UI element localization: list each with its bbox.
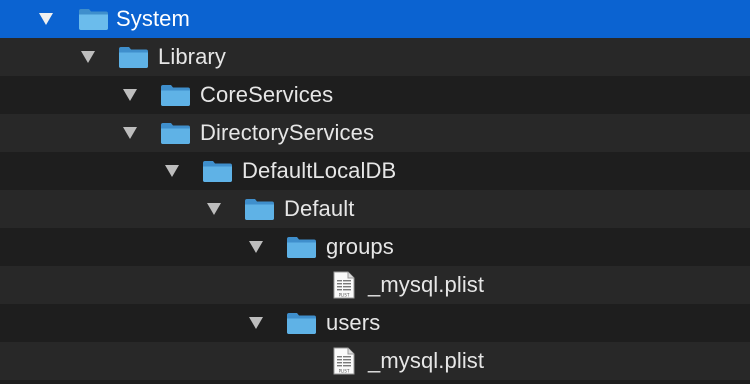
- tree-row-label: _mysql.plist: [368, 272, 485, 297]
- tree-row-label: _mysql.plist: [368, 348, 485, 373]
- folder-icon: [161, 85, 190, 106]
- plist-file-icon: PLIST: [333, 347, 355, 375]
- file-tree-outline: System Library CoreServices DirectorySer…: [0, 0, 750, 384]
- tree-row-groups[interactable]: groups: [0, 228, 750, 266]
- disclosure-triangle-icon[interactable]: [206, 202, 222, 216]
- tree-row-label: Library: [158, 44, 226, 69]
- tree-row-system[interactable]: System: [0, 0, 750, 38]
- tree-row-label: DefaultLocalDB: [242, 158, 397, 183]
- tree-row-label: Default: [284, 196, 355, 221]
- disclosure-triangle-icon[interactable]: [38, 12, 54, 26]
- plist-caption: PLIST: [339, 368, 350, 373]
- tree-row-label: System: [116, 6, 190, 31]
- folder-icon: [287, 237, 316, 258]
- disclosure-triangle-icon[interactable]: [80, 50, 96, 64]
- tree-row-coreservices[interactable]: CoreServices: [0, 76, 750, 114]
- folder-icon: [161, 123, 190, 144]
- folder-icon: [119, 47, 148, 68]
- tree-row-label: DirectoryServices: [200, 120, 375, 145]
- disclosure-triangle-icon[interactable]: [122, 88, 138, 102]
- disclosure-triangle-icon[interactable]: [248, 240, 264, 254]
- tree-row-label: CoreServices: [200, 82, 334, 107]
- folder-icon: [245, 199, 274, 220]
- disclosure-triangle-icon[interactable]: [248, 316, 264, 330]
- disclosure-triangle-icon[interactable]: [122, 126, 138, 140]
- disclosure-triangle-icon[interactable]: [164, 164, 180, 178]
- tree-row-users[interactable]: users: [0, 304, 750, 342]
- plist-file-icon: PLIST: [333, 271, 355, 299]
- tree-row-directoryservices[interactable]: DirectoryServices: [0, 114, 750, 152]
- tree-row-groups-mysql-plist[interactable]: PLIST _mysql.plist: [0, 266, 750, 304]
- tree-row-library[interactable]: Library: [0, 38, 750, 76]
- tree-row-default[interactable]: Default: [0, 190, 750, 228]
- folder-icon: [79, 9, 108, 30]
- folder-icon: [203, 161, 232, 182]
- tree-row-label: users: [326, 310, 381, 335]
- tree-row-defaultlocaldb[interactable]: DefaultLocalDB: [0, 152, 750, 190]
- plist-caption: PLIST: [339, 292, 350, 297]
- folder-icon: [287, 313, 316, 334]
- tree-row-label: groups: [326, 234, 394, 259]
- tree-row-users-mysql-plist[interactable]: PLIST _mysql.plist: [0, 342, 750, 380]
